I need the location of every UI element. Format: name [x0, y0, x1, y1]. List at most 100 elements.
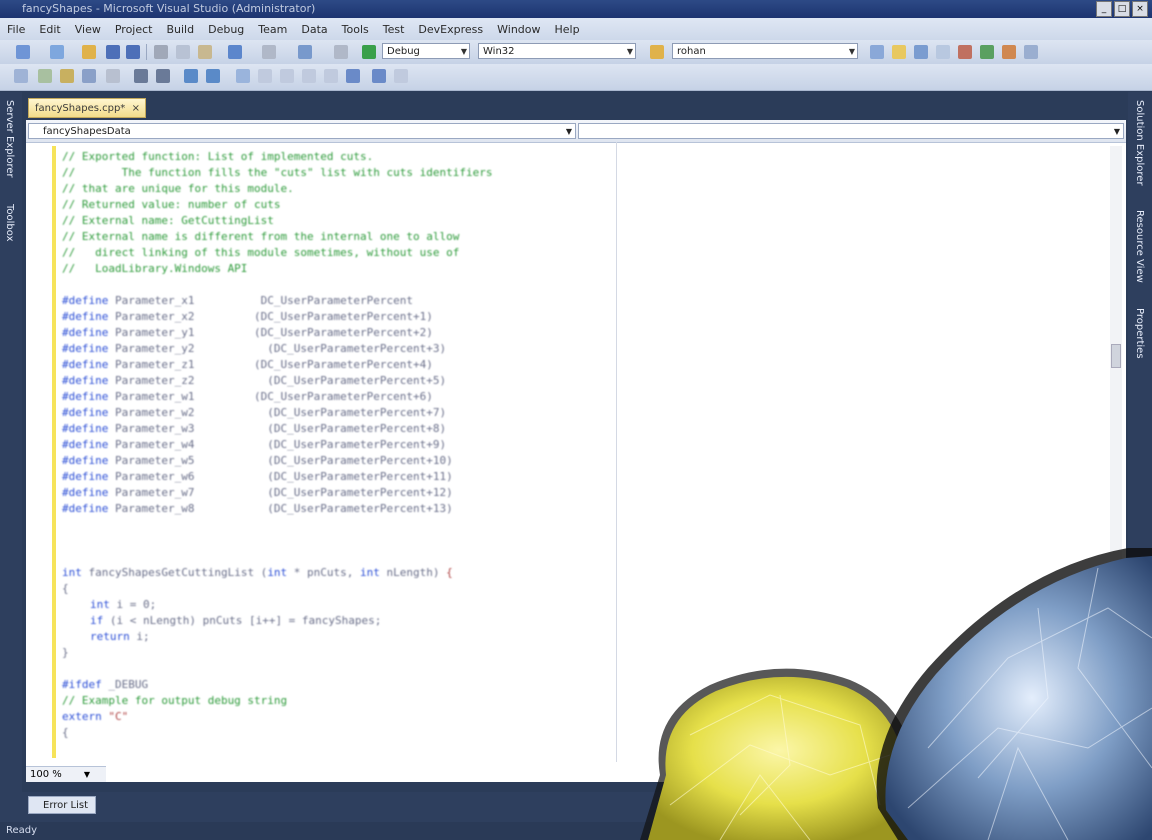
tab-server-explorer[interactable]: Server Explorer [4, 100, 15, 178]
maximize-button[interactable]: □ [1114, 1, 1130, 17]
clear-bookmarks-icon[interactable] [324, 69, 338, 83]
find-in-files-icon[interactable] [650, 45, 664, 59]
uncomment-icon[interactable] [184, 69, 198, 83]
menu-project[interactable]: Project [108, 23, 160, 36]
cut-icon[interactable] [154, 45, 168, 59]
add-item-icon[interactable] [50, 45, 64, 59]
code-line: extern "C" [62, 710, 128, 726]
chevron-down-icon: ▼ [565, 127, 572, 136]
menu-file[interactable]: File [0, 23, 32, 36]
code-text-area[interactable]: // Exported function: List of implemente… [62, 146, 622, 758]
code-token: #define [62, 486, 115, 499]
increase-indent-icon[interactable] [134, 69, 148, 83]
tab-resource-view[interactable]: Resource View [1134, 210, 1145, 283]
code-line: // External name is different from the i… [62, 230, 459, 246]
menu-debug[interactable]: Debug [201, 23, 251, 36]
find-combo[interactable]: rohan ▼ [672, 43, 858, 59]
start-page-icon[interactable] [1002, 45, 1016, 59]
display-object-member-icon[interactable] [14, 69, 28, 83]
menu-data[interactable]: Data [294, 23, 334, 36]
minimize-button[interactable]: _ [1096, 1, 1112, 17]
solution-config-select[interactable]: Debug ▼ [382, 43, 470, 59]
new-project-icon[interactable] [16, 45, 30, 59]
bookmark-icon[interactable] [206, 69, 220, 83]
members-dropdown[interactable]: ▼ [578, 123, 1124, 139]
code-token: } [62, 646, 69, 659]
scrollbar-thumb[interactable] [1111, 344, 1121, 368]
code-token: nLength) [379, 566, 447, 579]
code-token: Parameter_w6 (DC_UserParameterPercent+11… [114, 470, 453, 483]
extension-manager-icon[interactable] [1024, 45, 1038, 59]
step-into-icon[interactable] [346, 69, 360, 83]
class-view-icon[interactable] [958, 45, 972, 59]
code-token: Parameter_w1 (DC_UserParameterPercent+6) [114, 390, 433, 403]
properties-icon[interactable] [892, 45, 906, 59]
navigate-forward-icon[interactable] [334, 45, 348, 59]
navigate-backward-icon[interactable] [298, 45, 312, 59]
menu-devexpress[interactable]: DevExpress [411, 23, 490, 36]
document-tab[interactable]: fancyShapes.cpp* × [28, 98, 146, 118]
code-line: } [62, 646, 69, 662]
object-browser-icon[interactable] [914, 45, 928, 59]
comment-out-icon[interactable] [156, 69, 170, 83]
menu-edit[interactable]: Edit [32, 23, 67, 36]
paste-icon[interactable] [198, 45, 212, 59]
code-token: #define [62, 374, 115, 387]
code-token: Parameter_x1 DC_UserParameterPercent [114, 294, 413, 307]
menu-team[interactable]: Team [251, 23, 294, 36]
solution-platform-select[interactable]: Win32 ▼ [478, 43, 636, 59]
tab-toolbox[interactable]: Toolbox [4, 204, 15, 242]
team-explorer-icon[interactable] [980, 45, 994, 59]
menu-view[interactable]: View [68, 23, 108, 36]
solution-explorer-icon[interactable] [870, 45, 884, 59]
code-token: Parameter_x2 (DC_UserParameterPercent+1) [114, 310, 433, 323]
code-line: #define Parameter_w3 (DC_UserParameterPe… [62, 422, 446, 438]
left-dock-strip: Server Explorer Toolbox [0, 92, 22, 792]
code-token: fancyShapesGetCuttingList ( [88, 566, 268, 579]
menu-build[interactable]: Build [159, 23, 201, 36]
start-debugging-icon[interactable] [362, 45, 376, 59]
quick-info-icon[interactable] [60, 69, 74, 83]
save-icon[interactable] [106, 45, 120, 59]
word-completion-icon[interactable] [82, 69, 96, 83]
menu-test[interactable]: Test [376, 23, 412, 36]
code-line: #define Parameter_x2 (DC_UserParameterPe… [62, 310, 433, 326]
code-token: int [360, 566, 380, 579]
next-bookmark-icon[interactable] [258, 69, 272, 83]
toolbox-icon[interactable] [936, 45, 950, 59]
open-file-icon[interactable] [82, 45, 96, 59]
close-button[interactable]: × [1132, 1, 1148, 17]
redo-icon[interactable] [262, 45, 276, 59]
title-bar: fancyShapes - Microsoft Visual Studio (A… [0, 0, 1152, 18]
close-icon[interactable]: × [132, 99, 140, 119]
code-token: { [446, 566, 453, 579]
step-over-icon[interactable] [372, 69, 386, 83]
types-dropdown-value: fancyShapesData [43, 126, 131, 137]
chevron-down-icon: ▼ [626, 47, 633, 56]
code-token: Parameter_z2 (DC_UserParameterPercent+5) [114, 374, 447, 387]
decrease-indent-icon[interactable] [106, 69, 120, 83]
copy-icon[interactable] [176, 45, 190, 59]
status-text: Ready [6, 825, 38, 836]
code-token: i; [136, 630, 150, 643]
types-dropdown[interactable]: fancyShapesData ▼ [28, 123, 576, 139]
zoom-select[interactable]: 100 % ▼ [26, 766, 106, 782]
chevron-down-icon: ▼ [83, 770, 90, 779]
previous-bookmark-icon[interactable] [236, 69, 250, 83]
code-line: { [62, 582, 69, 598]
undo-icon[interactable] [228, 45, 242, 59]
parameter-info-icon[interactable] [38, 69, 52, 83]
menu-tools[interactable]: Tools [335, 23, 376, 36]
menu-help[interactable]: Help [548, 23, 587, 36]
code-token: // Example for output debug string [62, 694, 288, 707]
tab-solution-explorer[interactable]: Solution Explorer [1134, 100, 1145, 186]
code-token: _DEBUG [108, 678, 149, 691]
code-line: #define Parameter_w6 (DC_UserParameterPe… [62, 470, 453, 486]
tab-properties[interactable]: Properties [1134, 308, 1145, 359]
prev-bookmark-folder-icon[interactable] [280, 69, 294, 83]
step-out-icon[interactable] [394, 69, 408, 83]
save-all-icon[interactable] [126, 45, 140, 59]
tab-error-list[interactable]: Error List [28, 796, 96, 814]
next-bookmark-folder-icon[interactable] [302, 69, 316, 83]
menu-window[interactable]: Window [490, 23, 547, 36]
